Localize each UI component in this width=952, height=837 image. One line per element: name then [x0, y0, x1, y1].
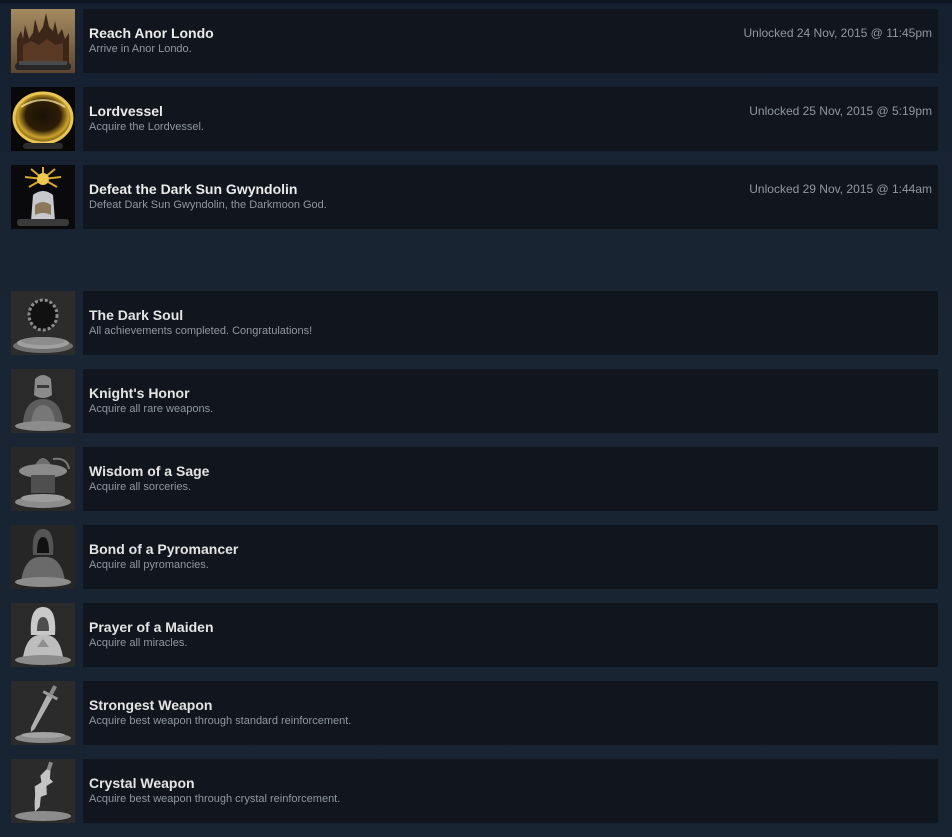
achievement-description: Acquire best weapon through crystal rein…	[89, 793, 341, 805]
achievement-row[interactable]: Strongest Weapon Acquire best weapon thr…	[11, 681, 938, 745]
achievement-row[interactable]: Bond of a Pyromancer Acquire all pyroman…	[11, 525, 938, 589]
achievement-row[interactable]: Lordvessel Acquire the Lordvessel. Unloc…	[11, 87, 938, 151]
achievement-panel: Bond of a Pyromancer Acquire all pyroman…	[83, 525, 938, 589]
top-border	[0, 0, 952, 3]
achievement-panel: Crystal Weapon Acquire best weapon throu…	[83, 759, 938, 823]
achievement-title: Crystal Weapon	[89, 775, 195, 791]
achievement-panel: Prayer of a Maiden Acquire all miracles.	[83, 603, 938, 667]
knight-bust-icon	[11, 369, 75, 433]
achievement-panel: The Dark Soul All achievements completed…	[83, 291, 938, 355]
achievement-description: Acquire all rare weapons.	[89, 403, 214, 415]
gwyndolin-icon	[11, 165, 75, 229]
achievement-title: Lordvessel	[89, 103, 163, 119]
achievement-row[interactable]: Wisdom of a Sage Acquire all sorceries.	[11, 447, 938, 511]
achievement-panel: Strongest Weapon Acquire best weapon thr…	[83, 681, 938, 745]
achievement-row[interactable]: The Dark Soul All achievements completed…	[11, 291, 938, 355]
achievement-panel: Defeat the Dark Sun Gwyndolin Defeat Dar…	[83, 165, 938, 229]
achievement-row[interactable]: Crystal Weapon Acquire best weapon throu…	[11, 759, 938, 823]
achievement-title: Prayer of a Maiden	[89, 619, 214, 635]
achievement-title: Wisdom of a Sage	[89, 463, 210, 479]
achievement-row[interactable]: Reach Anor Londo Arrive in Anor Londo. U…	[11, 9, 938, 73]
achievement-panel: Lordvessel Acquire the Lordvessel. Unloc…	[83, 87, 938, 151]
castle-icon	[11, 9, 75, 73]
crystal-sword-icon	[11, 759, 75, 823]
achievement-title: The Dark Soul	[89, 307, 184, 323]
sage-hat-icon	[11, 447, 75, 511]
sword-icon	[11, 681, 75, 745]
achievement-description: Acquire all miracles.	[89, 637, 188, 649]
achievement-description: Acquire the Lordvessel.	[89, 121, 204, 133]
dark-soul-ring-icon	[11, 291, 75, 355]
achievement-title: Defeat the Dark Sun Gwyndolin	[89, 181, 298, 197]
achievement-row[interactable]: Prayer of a Maiden Acquire all miracles.	[11, 603, 938, 667]
achievement-description: Arrive in Anor Londo.	[89, 43, 192, 55]
achievement-title: Reach Anor Londo	[89, 25, 214, 41]
unlock-date: Unlocked 29 Nov, 2015 @ 1:44am	[749, 182, 932, 196]
achievement-description: Acquire all sorceries.	[89, 481, 192, 493]
achievement-description: All achievements completed. Congratulati…	[89, 325, 313, 337]
achievement-panel: Knight's Honor Acquire all rare weapons.	[83, 369, 938, 433]
achievement-row[interactable]: Knight's Honor Acquire all rare weapons.	[11, 369, 938, 433]
achievement-description: Defeat Dark Sun Gwyndolin, the Darkmoon …	[89, 199, 327, 211]
pyromancer-hood-icon	[11, 525, 75, 589]
achievement-panel: Reach Anor Londo Arrive in Anor Londo. U…	[83, 9, 938, 73]
achievement-panel: Wisdom of a Sage Acquire all sorceries.	[83, 447, 938, 511]
unlock-date: Unlocked 25 Nov, 2015 @ 5:19pm	[749, 104, 932, 118]
achievements-page: Reach Anor Londo Arrive in Anor Londo. U…	[0, 0, 952, 837]
achievement-row[interactable]: Defeat the Dark Sun Gwyndolin Defeat Dar…	[11, 165, 938, 229]
golden-vessel-icon	[11, 87, 75, 151]
maiden-praying-icon	[11, 603, 75, 667]
achievement-description: Acquire best weapon through standard rei…	[89, 715, 352, 727]
achievement-description: Acquire all pyromancies.	[89, 559, 209, 571]
achievement-title: Knight's Honor	[89, 385, 190, 401]
unlock-date: Unlocked 24 Nov, 2015 @ 11:45pm	[743, 26, 932, 40]
achievement-title: Strongest Weapon	[89, 697, 213, 713]
achievement-title: Bond of a Pyromancer	[89, 541, 239, 557]
